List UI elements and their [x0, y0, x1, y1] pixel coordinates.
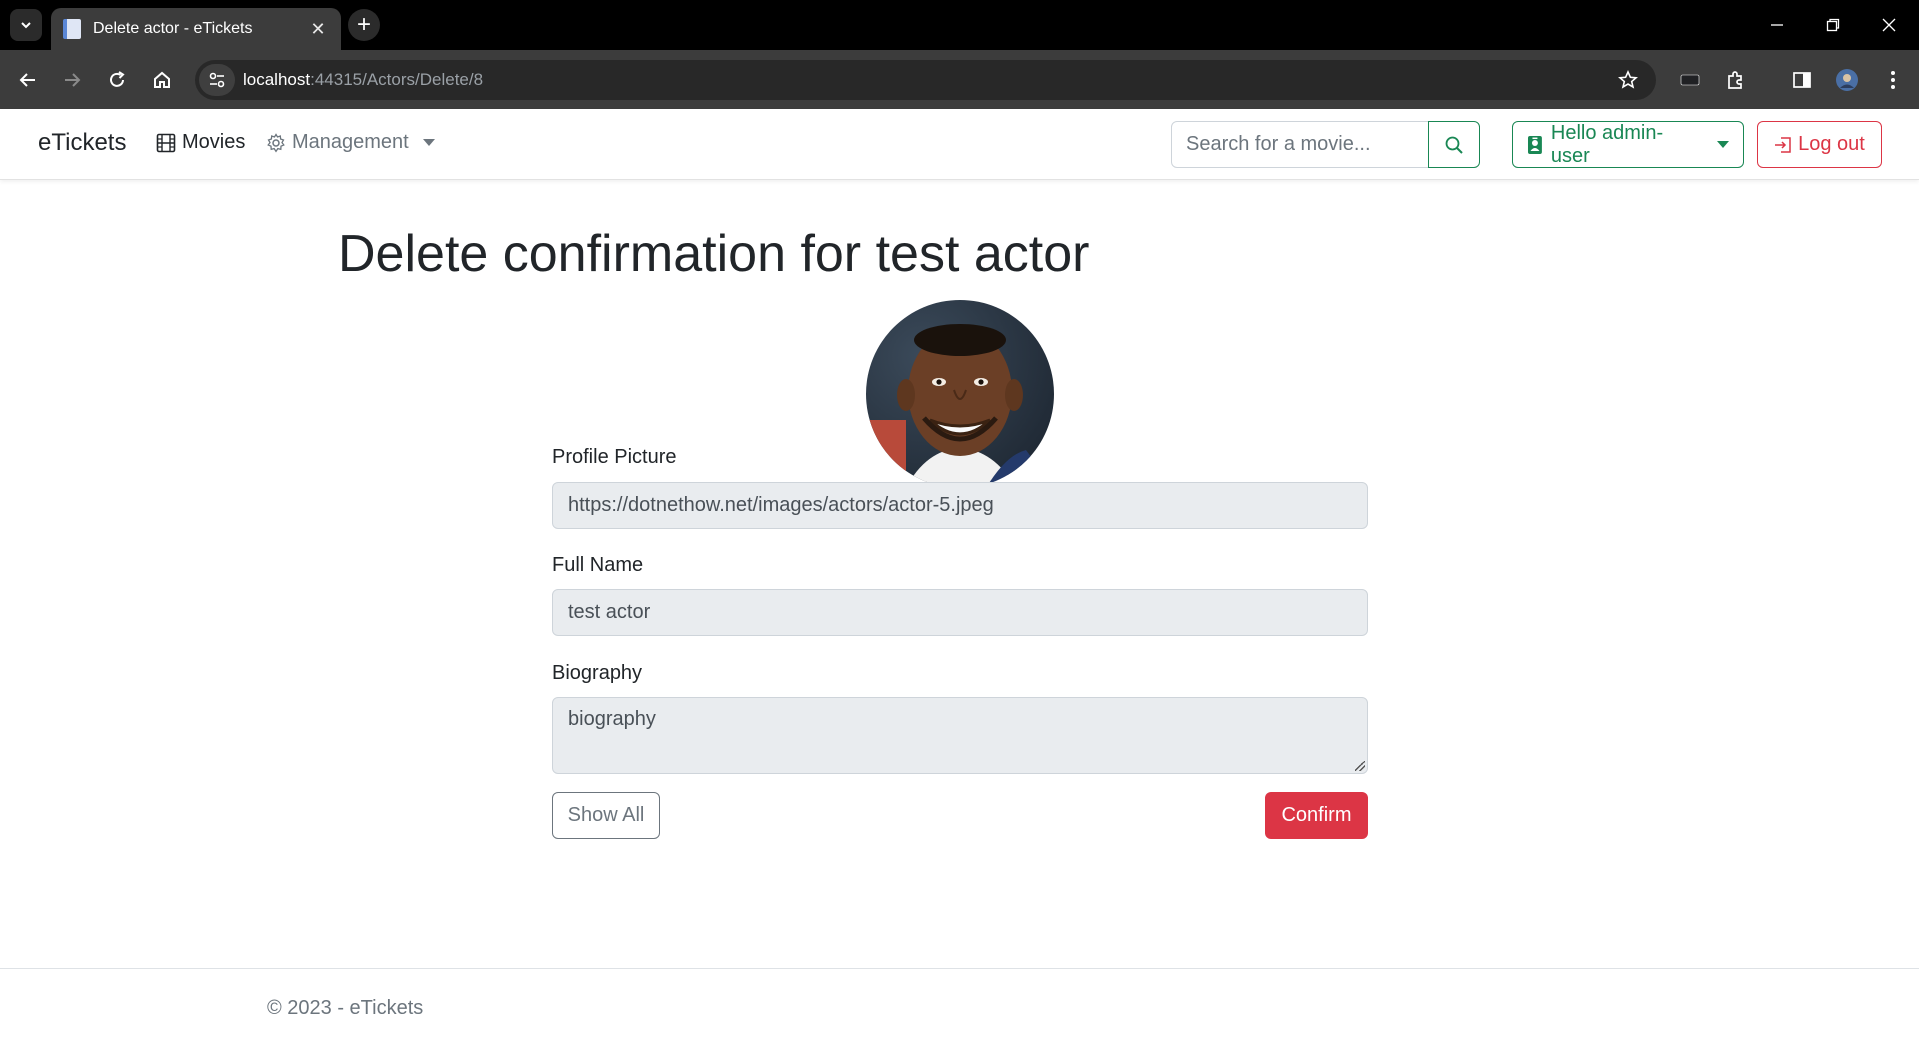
browser-tabstrip: Delete actor - eTickets ✕ +: [0, 0, 1919, 50]
logout-button[interactable]: Log out: [1757, 121, 1882, 168]
profile-avatar-icon[interactable]: [1831, 64, 1863, 96]
close-tab-icon[interactable]: ✕: [307, 19, 329, 40]
address-bar[interactable]: localhost:44315/Actors/Delete/8: [195, 60, 1656, 100]
profile-picture-field[interactable]: https://dotnethow.net/images/actors/acto…: [552, 482, 1368, 529]
user-menu-label: Hello admin-user: [1550, 121, 1664, 167]
full-name-label: Full Name: [552, 554, 644, 576]
tab-title: Delete actor - eTickets: [93, 20, 253, 37]
back-icon[interactable]: [12, 64, 44, 96]
user-menu-button[interactable]: Hello admin-user: [1512, 121, 1744, 168]
home-icon[interactable]: [146, 64, 178, 96]
logout-label: Log out: [1798, 133, 1865, 155]
reload-icon[interactable]: [101, 64, 133, 96]
page-footer: © 2023 - eTickets: [0, 968, 1919, 1041]
bookmark-star-icon[interactable]: [1612, 64, 1644, 96]
biography-field[interactable]: biography: [552, 697, 1368, 774]
tab-search-button[interactable]: [10, 9, 42, 41]
app-navbar: eTickets Movies Management Hello admin-u…: [0, 109, 1919, 180]
page-favicon-icon: [63, 19, 81, 39]
brand-logo-link[interactable]: eTickets: [38, 129, 126, 157]
search-icon: [1445, 136, 1463, 154]
resize-handle-icon[interactable]: [1355, 761, 1365, 771]
main-content: Delete confirmation for test actor Profi…: [0, 180, 1919, 1040]
search-button[interactable]: [1428, 121, 1480, 168]
caret-down-icon: [1717, 141, 1729, 148]
extensions-icon[interactable]: [1719, 64, 1751, 96]
site-info-icon[interactable]: [199, 64, 235, 96]
logout-icon: [1775, 136, 1791, 153]
film-icon: [156, 133, 176, 152]
forward-icon[interactable]: [56, 64, 88, 96]
browser-menu-icon[interactable]: [1877, 64, 1909, 96]
nav-management-label: Management: [292, 131, 409, 153]
nav-movies-link[interactable]: Movies: [156, 131, 245, 154]
restore-icon[interactable]: [1805, 0, 1861, 50]
side-panel-icon[interactable]: [1786, 64, 1818, 96]
browser-toolbar: localhost:44315/Actors/Delete/8: [0, 50, 1919, 109]
person-badge-icon: [1527, 135, 1542, 154]
actor-profile-picture: [866, 300, 1054, 488]
caret-down-icon: [422, 139, 435, 146]
nav-movies-label: Movies: [182, 131, 246, 153]
movie-search-input[interactable]: [1171, 121, 1429, 168]
full-name-field[interactable]: test actor: [552, 589, 1368, 636]
chevron-down-icon: [21, 22, 31, 29]
keyboard-icon[interactable]: [1674, 64, 1706, 96]
biography-label: Biography: [552, 662, 643, 684]
nav-management-dropdown[interactable]: Management: [266, 131, 435, 154]
browser-tab-active[interactable]: Delete actor - eTickets ✕: [51, 8, 341, 50]
profile-picture-label: Profile Picture: [552, 446, 677, 468]
confirm-button[interactable]: Confirm: [1265, 792, 1368, 839]
page-title: Delete confirmation for test actor: [338, 225, 1090, 283]
url-text: localhost:44315/Actors/Delete/8: [243, 70, 484, 89]
close-window-icon[interactable]: [1861, 0, 1917, 50]
footer-copyright: © 2023 - eTickets: [267, 997, 424, 1019]
new-tab-button[interactable]: +: [348, 9, 380, 41]
gear-icon: [267, 132, 285, 152]
show-all-button[interactable]: Show All: [552, 792, 660, 839]
minimize-icon[interactable]: [1749, 0, 1805, 50]
biography-text: biography: [568, 708, 656, 730]
